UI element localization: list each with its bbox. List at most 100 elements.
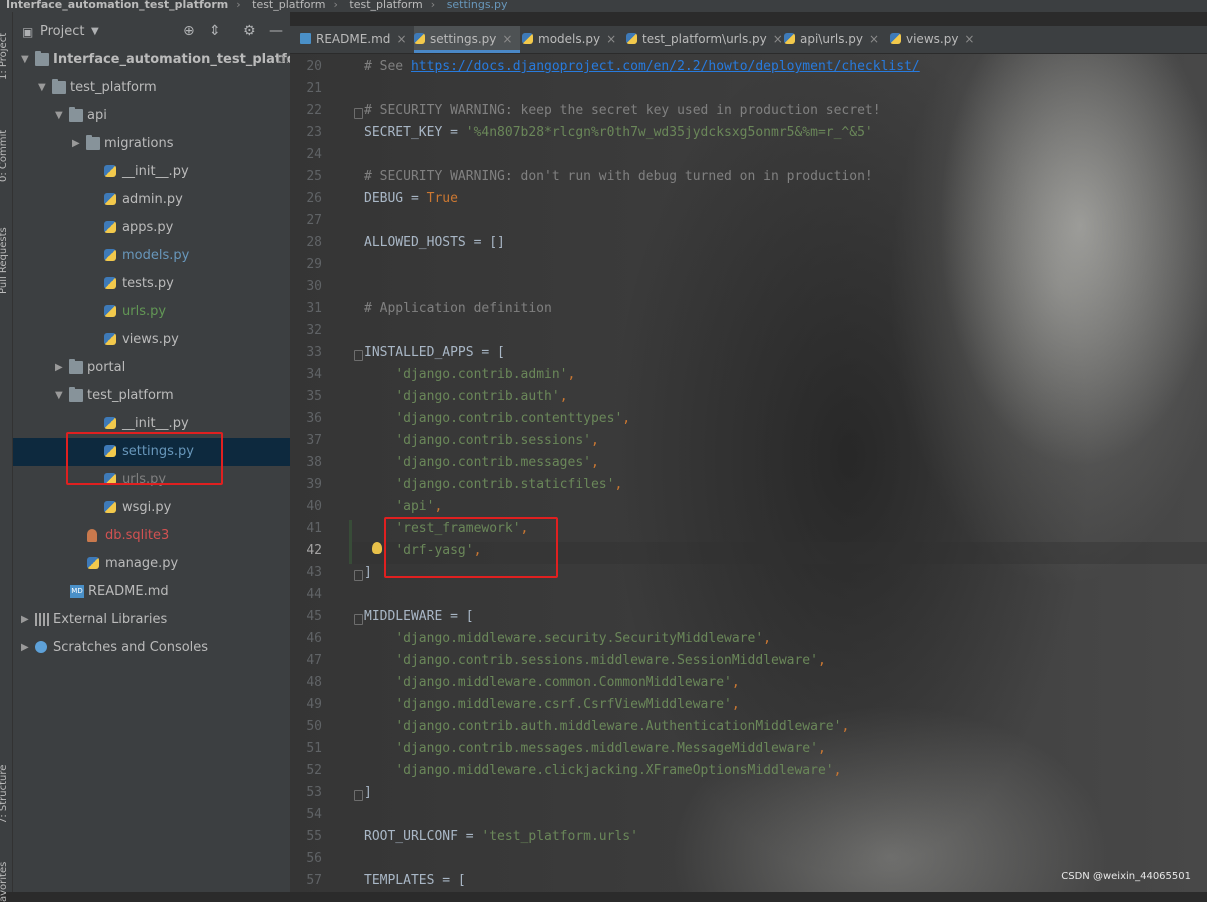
- code-line[interactable]: 'django.contrib.messages',: [364, 455, 599, 470]
- tree-item[interactable]: ▼ api: [13, 102, 290, 130]
- tree-item[interactable]: manage.py: [13, 550, 290, 578]
- code-line[interactable]: ALLOWED_HOSTS = []: [364, 235, 505, 250]
- tree-item-label: api: [87, 108, 107, 123]
- tree-item-label: db.sqlite3: [105, 528, 170, 543]
- tree-item[interactable]: db.sqlite3: [13, 522, 290, 550]
- code-line[interactable]: MIDDLEWARE = [: [364, 609, 474, 624]
- editor-tab[interactable]: views.py ×: [890, 26, 974, 53]
- code-token: 'api': [395, 499, 435, 514]
- code-line[interactable]: 'django.middleware.security.SecurityMidd…: [364, 631, 771, 646]
- code-line[interactable]: 'django.contrib.sessions.middleware.Sess…: [364, 653, 826, 668]
- tree-item[interactable]: views.py: [13, 326, 290, 354]
- tree-item[interactable]: urls.py: [13, 298, 290, 326]
- fold-marker-icon[interactable]: [354, 108, 363, 119]
- project-view-selector[interactable]: Project: [40, 24, 84, 39]
- code-line[interactable]: DEBUG = True: [364, 191, 458, 206]
- close-icon[interactable]: ×: [606, 32, 616, 46]
- code-token: # Application definition: [364, 301, 552, 316]
- tree-item-label: migrations: [104, 136, 174, 151]
- tree-item[interactable]: tests.py: [13, 270, 290, 298]
- chevron-right-icon[interactable]: ▶: [72, 130, 82, 158]
- python-file-icon: [890, 33, 901, 44]
- breadcrumb-dir[interactable]: test_platform: [252, 0, 325, 10]
- chevron-right-icon[interactable]: ▶: [21, 606, 31, 634]
- code-line[interactable]: 'django.contrib.contenttypes',: [364, 411, 630, 426]
- code-line[interactable]: 'django.middleware.common.CommonMiddlewa…: [364, 675, 739, 690]
- code-line[interactable]: 'django.contrib.sessions',: [364, 433, 599, 448]
- code-line[interactable]: # SECURITY WARNING: keep the secret key …: [364, 103, 881, 118]
- code-line[interactable]: # See https://docs.djangoproject.com/en/…: [364, 59, 920, 74]
- editor-tab[interactable]: test_platform\urls.py ×: [626, 26, 783, 53]
- code-line[interactable]: 'django.middleware.clickjacking.XFrameOp…: [364, 763, 841, 778]
- chevron-down-icon[interactable]: ▼: [91, 26, 99, 37]
- chevron-right-icon[interactable]: ▶: [21, 634, 31, 662]
- tree-item[interactable]: __init__.py: [13, 158, 290, 186]
- code-line[interactable]: ]: [364, 785, 372, 800]
- commit-tool-button[interactable]: 0: Commit: [0, 130, 9, 182]
- close-icon[interactable]: ×: [869, 32, 879, 46]
- code-line[interactable]: 'django.middleware.csrf.CsrfViewMiddlewa…: [364, 697, 739, 712]
- minimize-icon[interactable]: —: [269, 23, 283, 39]
- code-token: ,: [559, 389, 568, 404]
- code-line[interactable]: 'django.contrib.auth',: [364, 389, 568, 404]
- editor-tab[interactable]: models.py ×: [522, 26, 624, 53]
- tree-item[interactable]: MD README.md: [13, 578, 290, 606]
- editor-tab[interactable]: settings.py ×: [414, 26, 520, 53]
- pull-requests-tool-button[interactable]: Pull Requests: [0, 227, 9, 294]
- tree-item[interactable]: ▼ test_platform: [13, 382, 290, 410]
- project-tool-button[interactable]: 1: Project: [0, 33, 9, 80]
- code-editor[interactable]: # See https://docs.djangoproject.com/en/…: [364, 53, 1207, 892]
- tree-item[interactable]: wsgi.py: [13, 494, 290, 522]
- fold-marker-icon[interactable]: [354, 790, 363, 801]
- collapse-all-icon[interactable]: ⇕: [209, 23, 221, 39]
- code-line[interactable]: ROOT_URLCONF = 'test_platform.urls': [364, 829, 638, 844]
- favorites-tool-button[interactable]: avorites: [0, 862, 9, 902]
- code-line[interactable]: 'api',: [364, 499, 442, 514]
- lightbulb-icon[interactable]: [372, 542, 382, 554]
- code-line[interactable]: 'django.contrib.admin',: [364, 367, 575, 382]
- chevron-right-icon[interactable]: ▶: [55, 354, 65, 382]
- code-line[interactable]: INSTALLED_APPS = [: [364, 345, 505, 360]
- line-number: 46: [306, 631, 322, 646]
- fold-marker-icon[interactable]: [354, 350, 363, 361]
- code-line[interactable]: # SECURITY WARNING: don't run with debug…: [364, 169, 873, 184]
- breadcrumb-dir[interactable]: test_platform: [349, 0, 422, 10]
- close-icon[interactable]: ×: [773, 32, 783, 46]
- tree-item[interactable]: ▼ test_platform: [13, 74, 290, 102]
- python-file-icon: [626, 33, 637, 44]
- tree-item[interactable]: admin.py: [13, 186, 290, 214]
- tree-item[interactable]: ▼ Interface_automation_test_platform D:: [13, 46, 316, 74]
- fold-marker-icon[interactable]: [354, 614, 363, 625]
- chevron-down-icon[interactable]: ▼: [55, 382, 65, 410]
- chevron-down-icon[interactable]: ▼: [21, 46, 31, 74]
- close-icon[interactable]: ×: [964, 32, 974, 46]
- gear-icon[interactable]: ⚙: [243, 23, 256, 39]
- code-line[interactable]: TEMPLATES = [: [364, 873, 466, 888]
- tree-item[interactable]: ▶ migrations: [13, 130, 290, 158]
- chevron-down-icon[interactable]: ▼: [38, 74, 48, 102]
- editor-tab[interactable]: api\urls.py ×: [784, 26, 888, 53]
- code-line[interactable]: ]: [364, 565, 372, 580]
- breadcrumb-project[interactable]: Interface_automation_test_platform: [6, 0, 228, 10]
- breadcrumb-file[interactable]: settings.py: [447, 0, 508, 10]
- fold-marker-icon[interactable]: [354, 570, 363, 581]
- tree-item[interactable]: ▶ portal: [13, 354, 290, 382]
- tree-item[interactable]: models.py: [13, 242, 290, 270]
- tree-item[interactable]: ▶ External Libraries: [13, 606, 290, 634]
- code-token: ,: [817, 653, 826, 668]
- code-line[interactable]: 'django.contrib.messages.middleware.Mess…: [364, 741, 825, 756]
- code-line[interactable]: 'django.contrib.staticfiles',: [364, 477, 622, 492]
- code-line[interactable]: # Application definition: [364, 301, 552, 316]
- code-token: # SECURITY WARNING: keep the secret key …: [364, 103, 881, 118]
- locate-icon[interactable]: ⊕: [183, 23, 195, 39]
- tree-item[interactable]: apps.py: [13, 214, 290, 242]
- close-icon[interactable]: ×: [502, 32, 512, 46]
- code-line[interactable]: 'django.contrib.auth.middleware.Authenti…: [364, 719, 849, 734]
- editor-tab[interactable]: README.md ×: [300, 26, 412, 53]
- structure-tool-button[interactable]: 7: Structure: [0, 765, 9, 824]
- editor-tab-label: settings.py: [430, 32, 497, 46]
- code-line[interactable]: SECRET_KEY = '%4n807b28*rlcgn%r0th7w_wd3…: [364, 125, 873, 140]
- chevron-down-icon[interactable]: ▼: [55, 102, 65, 130]
- close-icon[interactable]: ×: [396, 32, 406, 46]
- tree-item[interactable]: ▶ Scratches and Consoles: [13, 634, 290, 662]
